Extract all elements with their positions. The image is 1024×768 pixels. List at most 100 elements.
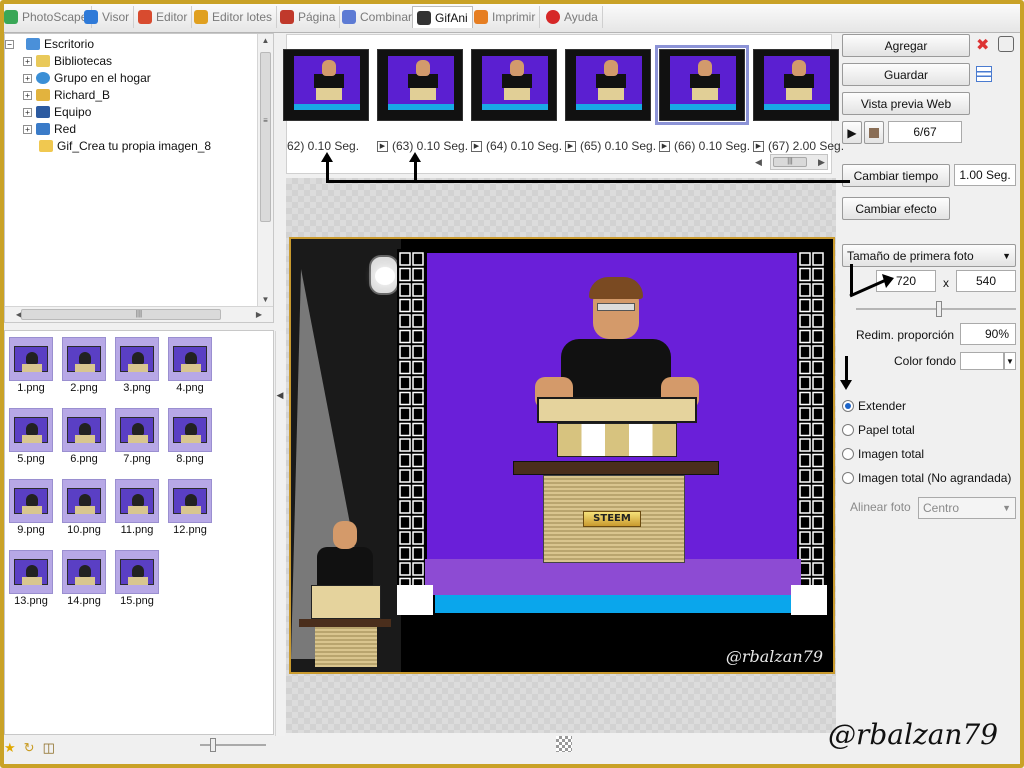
thumbnail-image[interactable] (62, 408, 106, 452)
thumbnail-item[interactable]: 7.png (113, 408, 161, 465)
slider-knob[interactable] (210, 738, 216, 752)
color-fondo-swatch[interactable] (960, 352, 1004, 370)
scroll-left-icon[interactable]: ◀ (755, 157, 762, 168)
redim-field[interactable]: 90% (960, 323, 1016, 345)
frame-duration-label[interactable]: ▶ (63) 0.10 Seg. (377, 139, 468, 153)
thumbnail-image[interactable] (115, 479, 159, 523)
expand-icon[interactable]: + (23, 90, 32, 100)
cambiar-tiempo-button[interactable]: Cambiar tiempo (842, 164, 950, 187)
thumbnail-image[interactable] (115, 337, 159, 381)
tree-item-equipo[interactable]: + Equipo (23, 104, 91, 120)
thumbnail-item[interactable]: 5.png (7, 408, 55, 465)
delete-icon[interactable]: ✖ (976, 38, 992, 54)
expand-icon[interactable]: + (23, 107, 32, 117)
radio-button[interactable] (842, 400, 854, 412)
view-icon[interactable]: ◫ (43, 740, 55, 756)
size-slider-track[interactable] (856, 301, 1016, 317)
thumbnail-image[interactable] (168, 337, 212, 381)
tab-imprimir[interactable]: Imprimir (470, 6, 541, 28)
tree-item-gif-folder[interactable]: Gif_Crea tu propia imagen_8 (39, 138, 211, 154)
thumbnail-image[interactable] (62, 550, 106, 594)
scroll-down-icon[interactable]: ▼ (258, 295, 273, 304)
thumbnail-item[interactable]: 8.png (166, 408, 214, 465)
rotate-icon[interactable]: ↻ (24, 740, 35, 756)
tab-combinar[interactable]: Combinar (338, 6, 418, 28)
tree-item-escritorio[interactable]: − Escritorio (5, 36, 94, 52)
radio-button[interactable] (842, 472, 854, 484)
frame-duration-label[interactable]: ▶ (66) 0.10 Seg. (659, 139, 750, 153)
thumbnail-item[interactable]: 11.png (113, 479, 161, 536)
thumbnail-image[interactable] (9, 479, 53, 523)
stop-icon[interactable] (864, 121, 884, 144)
animation-frame-thumb[interactable] (377, 49, 463, 121)
thumbnail-item[interactable]: 14.png (60, 550, 108, 607)
thumbnail-image[interactable] (62, 337, 106, 381)
thumbnail-item[interactable]: 4.png (166, 337, 214, 394)
tree-item-bibliotecas[interactable]: + Bibliotecas (23, 53, 112, 69)
play-icon[interactable]: ▶ (842, 121, 862, 144)
tree-item-grupo-hogar[interactable]: + Grupo en el hogar (23, 70, 151, 86)
radio-papel-total[interactable]: Papel total (842, 423, 915, 437)
cambiar-efecto-button[interactable]: Cambiar efecto (842, 197, 950, 220)
thumbnail-image[interactable] (168, 408, 212, 452)
radio-imagen-total-no-agrandada[interactable]: Imagen total (No agrandada) (842, 471, 1011, 485)
list-icon[interactable] (976, 66, 992, 82)
tab-photoscape[interactable]: PhotoScape (0, 6, 93, 28)
animation-frame-thumb[interactable] (655, 45, 749, 125)
scrollbar-thumb[interactable] (260, 52, 271, 222)
frames-scrollbar-thumb[interactable]: ||| (773, 157, 807, 167)
tab-visor[interactable]: Visor (80, 6, 135, 28)
thumbnail-image[interactable] (9, 408, 53, 452)
trash-icon[interactable] (998, 36, 1014, 52)
star-icon[interactable]: ★ (4, 740, 16, 756)
radio-button[interactable] (842, 448, 854, 460)
vista-previa-web-button[interactable]: Vista previa Web (842, 92, 970, 115)
thumbnail-item[interactable]: 15.png (113, 550, 161, 607)
radio-imagen-total[interactable]: Imagen total (842, 447, 924, 461)
tab-gifani[interactable]: GifAni (412, 6, 473, 28)
radio-extender[interactable]: Extender (842, 399, 906, 413)
alinear-select[interactable]: Centro ▼ (918, 497, 1016, 519)
guardar-button[interactable]: Guardar (842, 63, 970, 86)
tree-item-red[interactable]: + Red (23, 121, 76, 137)
thumbnail-item[interactable]: 3.png (113, 337, 161, 394)
expand-icon[interactable]: + (23, 124, 32, 134)
expand-icon[interactable]: + (23, 56, 32, 66)
frame-duration-label[interactable]: ▶ (65) 0.10 Seg. (565, 139, 656, 153)
tiempo-field[interactable]: 1.00 Seg. (954, 164, 1016, 186)
frame-play-icon[interactable]: ▶ (659, 140, 670, 152)
thumbnail-image[interactable] (115, 408, 159, 452)
thumbnail-item[interactable]: 6.png (60, 408, 108, 465)
tree-vertical-scrollbar[interactable]: ▲ ≡ ▼ (257, 34, 273, 306)
radio-button[interactable] (842, 424, 854, 436)
animation-frame-thumb[interactable] (471, 49, 557, 121)
thumbnail-item[interactable]: 2.png (60, 337, 108, 394)
tab-editor-lotes[interactable]: Editor lotes (190, 6, 278, 28)
scroll-right-icon[interactable]: ▶ (818, 157, 825, 168)
frame-duration-label[interactable]: ▶ (64) 0.10 Seg. (471, 139, 562, 153)
thumbnail-item[interactable]: 10.png (60, 479, 108, 536)
tab-editor[interactable]: Editor (134, 6, 193, 28)
thumbnail-image[interactable] (9, 337, 53, 381)
frame-duration-label[interactable]: ▶ (67) 2.00 Seg. (753, 139, 844, 153)
animation-frame-thumb[interactable] (565, 49, 651, 121)
thumbnail-item[interactable]: 9.png (7, 479, 55, 536)
transparency-icon[interactable] (556, 736, 572, 752)
thumbnail-image[interactable] (115, 550, 159, 594)
height-field[interactable]: 540 (956, 270, 1016, 292)
thumbnail-image[interactable] (168, 479, 212, 523)
collapse-icon[interactable]: − (5, 39, 14, 49)
frame-play-icon[interactable]: ▶ (565, 140, 576, 152)
thumbnail-item[interactable]: 12.png (166, 479, 214, 536)
animation-frame-thumb[interactable] (283, 49, 369, 121)
animation-frame-thumb[interactable] (753, 49, 839, 121)
frame-play-icon[interactable]: ▶ (753, 140, 764, 152)
thumbnail-size-slider[interactable] (200, 738, 266, 752)
thumbnail-image[interactable] (62, 479, 106, 523)
tab-ayuda[interactable]: Ayuda (542, 6, 603, 28)
tamano-select[interactable]: Tamaño de primera foto ▼ (842, 244, 1016, 267)
size-slider-knob[interactable] (936, 301, 942, 317)
panel-splitter-handle[interactable]: ◀ (276, 380, 284, 410)
tree-horizontal-scrollbar[interactable]: ◀ ||| ▶ (5, 306, 273, 322)
frame-duration-label[interactable]: 62) 0.10 Seg. (287, 139, 359, 153)
